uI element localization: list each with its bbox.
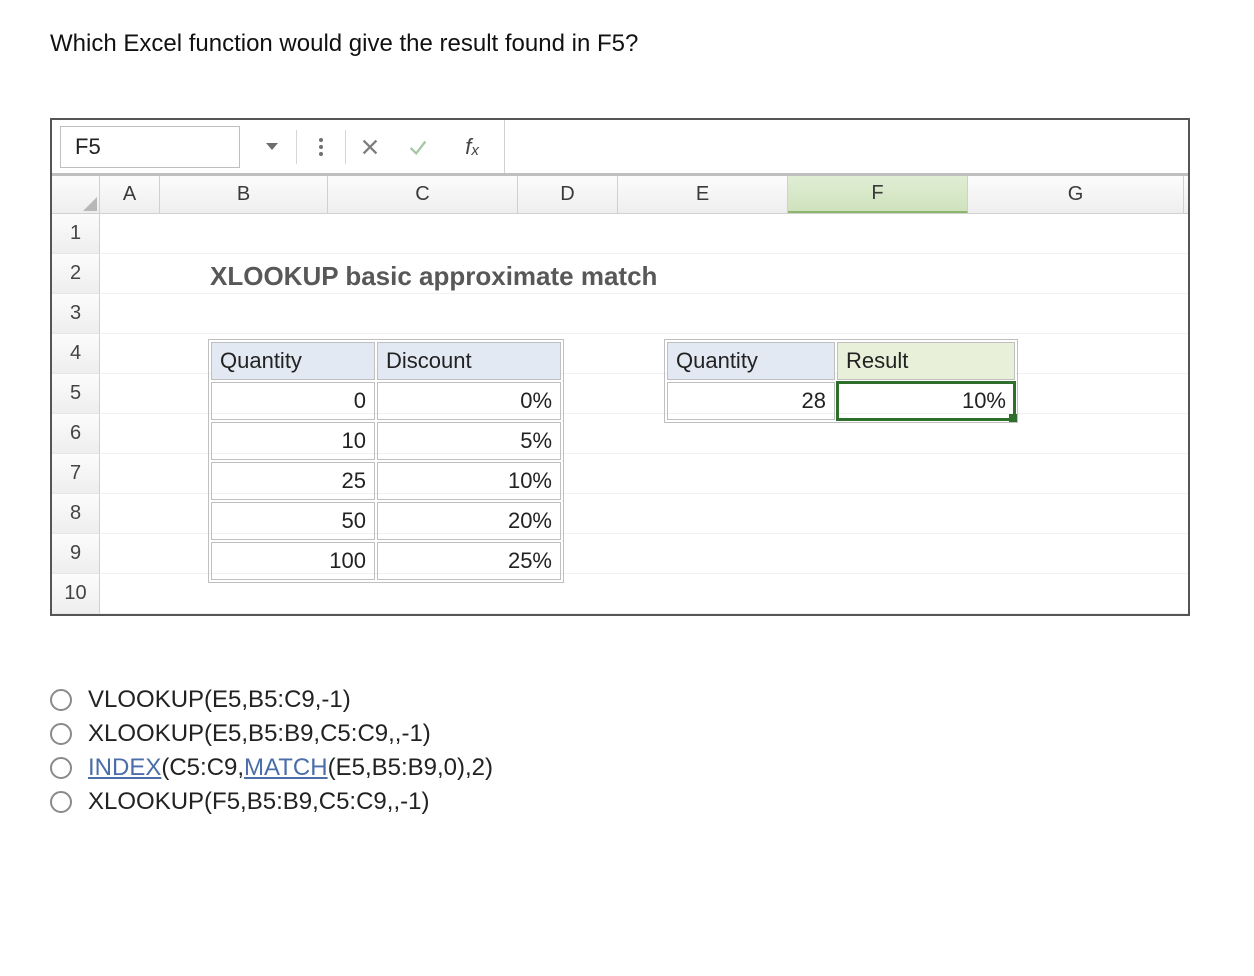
table1-header-quantity: Quantity	[211, 342, 375, 380]
table2-header-quantity: Quantity	[667, 342, 835, 380]
formula-bar: F5 fx	[52, 120, 1188, 176]
spreadsheet-grid[interactable]: XLOOKUP basic approximate match Quantity…	[100, 214, 1188, 614]
col-header-A[interactable]: A	[100, 176, 160, 213]
name-box-dropdown-icon[interactable]	[248, 127, 296, 167]
answer-options: VLOOKUP(E5,B5:C9,-1) XLOOKUP(E5,B5:B9,C5…	[50, 686, 1204, 816]
table-row: 00%	[211, 382, 561, 420]
row-header-6[interactable]: 6	[52, 414, 100, 454]
excel-screenshot: F5 fx A B C D E F G 1 2 3 4 5 6	[50, 118, 1190, 616]
col-header-F[interactable]: F	[788, 176, 968, 213]
table-row: 10025%	[211, 542, 561, 580]
col-header-E[interactable]: E	[618, 176, 788, 213]
name-box-value: F5	[75, 134, 101, 160]
question-text: Which Excel function would give the resu…	[50, 30, 1204, 58]
cell-E5[interactable]: 28	[667, 382, 835, 420]
answer-option-c[interactable]: INDEX(C5:C9,MATCH(E5,B5:B9,0),2)	[50, 754, 1204, 782]
answer-option-b[interactable]: XLOOKUP(E5,B5:B9,C5:C9,,-1)	[50, 720, 1204, 748]
select-all-corner[interactable]	[52, 176, 100, 213]
table1-header-discount: Discount	[377, 342, 561, 380]
radio-icon[interactable]	[50, 757, 72, 779]
row-header-8[interactable]: 8	[52, 494, 100, 534]
row-header-5[interactable]: 5	[52, 374, 100, 414]
col-header-B[interactable]: B	[160, 176, 328, 213]
answer-option-d[interactable]: XLOOKUP(F5,B5:B9,C5:C9,,-1)	[50, 788, 1204, 816]
radio-icon[interactable]	[50, 723, 72, 745]
cell-F5[interactable]: 10%	[837, 382, 1015, 420]
col-header-D[interactable]: D	[518, 176, 618, 213]
row-headers: 1 2 3 4 5 6 7 8 9 10	[52, 214, 100, 614]
column-headers: A B C D E F G	[52, 176, 1188, 214]
row-header-2[interactable]: 2	[52, 254, 100, 294]
col-header-C[interactable]: C	[328, 176, 518, 213]
col-header-G[interactable]: G	[968, 176, 1184, 213]
answer-text: VLOOKUP(E5,B5:C9,-1)	[88, 686, 351, 714]
row-header-1[interactable]: 1	[52, 214, 100, 254]
table-row: 28 10%	[667, 382, 1015, 420]
link-index[interactable]: INDEX	[88, 754, 161, 781]
sheet-title: XLOOKUP basic approximate match	[210, 261, 657, 292]
answer-option-a[interactable]: VLOOKUP(E5,B5:C9,-1)	[50, 686, 1204, 714]
radio-icon[interactable]	[50, 791, 72, 813]
table2-header-result: Result	[837, 342, 1015, 380]
name-box[interactable]: F5	[60, 126, 240, 168]
fx-icon[interactable]: fx	[442, 134, 502, 160]
row-header-7[interactable]: 7	[52, 454, 100, 494]
result-table: Quantity Result 28 10%	[664, 339, 1018, 423]
row-header-4[interactable]: 4	[52, 334, 100, 374]
cancel-icon[interactable]	[346, 127, 394, 167]
radio-icon[interactable]	[50, 689, 72, 711]
link-match[interactable]: MATCH	[244, 754, 328, 781]
row-header-10[interactable]: 10	[52, 574, 100, 614]
row-header-9[interactable]: 9	[52, 534, 100, 574]
table-row: 5020%	[211, 502, 561, 540]
table-row: 105%	[211, 422, 561, 460]
answer-text: XLOOKUP(E5,B5:B9,C5:C9,,-1)	[88, 720, 431, 748]
row-header-3[interactable]: 3	[52, 294, 100, 334]
table-row: 2510%	[211, 462, 561, 500]
more-options-icon[interactable]	[297, 127, 345, 167]
lookup-table: Quantity Discount 00% 105% 2510% 5020% 1…	[208, 339, 564, 583]
enter-check-icon[interactable]	[394, 127, 442, 167]
answer-text: INDEX(C5:C9,MATCH(E5,B5:B9,0),2)	[88, 754, 493, 782]
answer-text: XLOOKUP(F5,B5:B9,C5:C9,,-1)	[88, 788, 429, 816]
